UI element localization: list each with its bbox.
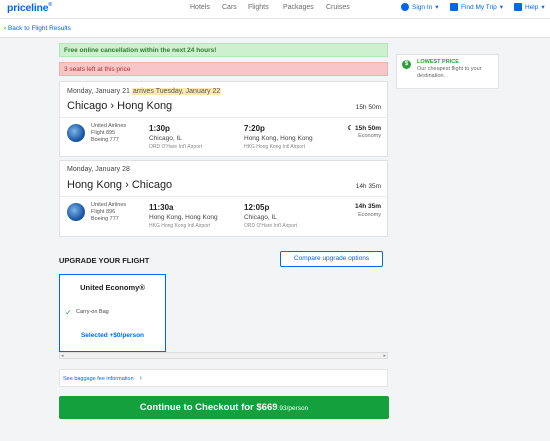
nav-hotels[interactable]: Hotels [190,4,210,11]
arrival-airport: ORD O'Hare Int'l Airport [244,223,298,229]
arrival-time: 12:05p [244,203,270,212]
outbound-route: Chicago › Hong Kong [67,100,173,112]
arrival-notice: arrives Tuesday, January 22 [131,88,222,95]
chevron-right-icon: › [139,375,142,382]
moon-icon: ☾ [347,125,354,132]
fare-option-card[interactable]: United Economy® ✓ Carry-on Bag Selected … [59,274,166,352]
priceline-logo[interactable]: priceline® [7,2,52,14]
chevron-down-icon: ▾ [499,4,504,11]
scroll-right-icon[interactable]: ▸ [383,353,386,359]
airline-name: United Airlines [91,202,127,208]
checkmark-icon: ✓ [65,308,72,317]
airline-name: United Airlines [91,123,127,129]
fare-feature: Carry-on Bag [76,309,109,315]
help-menu[interactable]: Help ▾ [514,3,545,11]
sign-in-menu[interactable]: Sign In ▾ [401,3,439,11]
checkout-price-suffix: .93/person [277,405,309,412]
top-nav-bar: priceline® Hotels Cars Flights Packages … [0,0,550,19]
suitcase-icon [450,3,458,11]
flight-number: Flight 895 [91,130,116,136]
segment-duration-value: 15h 50m [354,125,381,132]
cabin-class: Economy [358,133,381,139]
dollar-icon: $ [402,60,411,69]
return-segment: United Airlines Flight 896 Boeing 777 11:3… [60,197,387,237]
outbound-date-line: Monday, January 21 arrives Tuesday, Janu… [67,88,222,95]
help-icon [514,3,522,11]
arrival-airport: HKG Hong Kong Intl Airport [244,144,306,150]
return-route: Hong Kong › Chicago [67,179,173,191]
lowest-price-card: $ LOWEST PRICE Our cheapest flight to yo… [396,54,499,89]
fare-scrollbar[interactable]: ◂ ▸ [59,352,388,359]
logo-text: priceline [7,2,49,14]
outbound-airline-info: United Airlines Flight 895 Boeing 777 [91,123,126,144]
nav-packages[interactable]: Packages [283,4,314,11]
departure-time: 1:30p [149,124,170,133]
aircraft: Boeing 777 [91,137,119,143]
checkout-label: Continue to Checkout for [139,402,257,413]
arrival-city: Chicago, IL [244,214,277,221]
sub-header: ‹ Back to Flight Results [0,19,550,38]
departure-city: Hong Kong, Hong Kong [149,214,218,221]
departure-airport: HKG Hong Kong Intl Airport [149,223,211,229]
outbound-date: Monday, January 21 [67,88,130,95]
lowest-price-title: LOWEST PRICE [417,59,459,65]
user-icon [401,3,409,11]
checkout-price: $669 [256,402,278,413]
logo-mark: ® [48,2,52,8]
fare-name: United Economy® [80,283,145,292]
baggage-fee-link[interactable]: See baggage fee information [63,376,134,382]
departure-airport: ORD O'Hare Int'l Airport [149,144,203,150]
fare-selected-label: Selected +$0/person [80,332,145,339]
return-date: Monday, January 28 [67,166,130,173]
scroll-left-icon[interactable]: ◂ [61,353,64,359]
flight-number: Flight 896 [91,209,116,215]
help-label: Help [525,3,539,11]
lowest-price-desc: Our cheapest flight to your destination. [417,66,482,79]
arrival-time: 7:20p [244,124,265,133]
aircraft: Boeing 777 [91,216,119,222]
departure-city: Chicago, IL [149,135,182,142]
united-logo-icon [67,124,85,142]
find-trip-label: Find My Trip [461,3,497,11]
nav-flights[interactable]: Flights [248,4,269,11]
nav-cruises[interactable]: Cruises [326,4,350,11]
upgrade-title: UPGRADE YOUR FLIGHT [59,256,150,265]
united-logo-icon [67,203,85,221]
chevron-down-icon: ▾ [541,4,545,11]
compare-upgrade-button[interactable]: Compare upgrade options [280,251,383,267]
segment-duration: ☾ 15h 50m [347,124,381,132]
sign-in-label: Sign In [412,3,433,11]
return-flight-card: Monday, January 28 Hong Kong › Chicago 1… [59,160,388,237]
chevron-down-icon: ▾ [435,4,439,11]
cabin-class: Economy [358,212,381,218]
return-airline-info: United Airlines Flight 896 Boeing 777 [91,202,126,223]
outbound-flight-card: Monday, January 21 arrives Tuesday, Janu… [59,81,388,157]
outbound-total-duration: 15h 50m [355,104,381,111]
nav-cars[interactable]: Cars [222,4,237,11]
back-to-results-link[interactable]: ‹ Back to Flight Results [4,25,71,32]
find-trip-menu[interactable]: Find My Trip ▾ [450,3,503,11]
outbound-segment: United Airlines Flight 895 Boeing 777 1:30… [60,118,387,158]
seats-left-banner: 3 seats left at this price [59,62,388,76]
return-total-duration: 14h 35m [355,183,381,190]
continue-checkout-button[interactable]: Continue to Checkout for $669.93/person [59,396,389,419]
departure-time: 11:30a [149,203,174,212]
segment-duration: 14h 35m [354,203,381,210]
baggage-info-row[interactable]: See baggage fee information › [59,369,388,387]
cancellation-banner: Free online cancellation within the next… [59,43,388,57]
arrival-city: Hong Kong, Hong Kong [244,135,313,142]
